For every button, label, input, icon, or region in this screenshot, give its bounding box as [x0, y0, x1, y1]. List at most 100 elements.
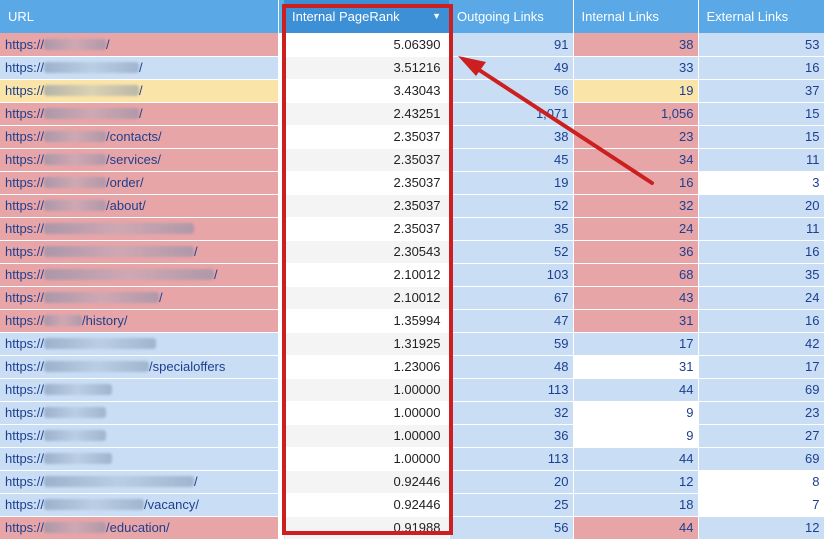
external-links-cell[interactable]: 53 — [698, 33, 824, 57]
sort-descending-icon[interactable]: ▼ — [432, 11, 441, 21]
pagerank-cell[interactable]: 2.35037 — [283, 171, 450, 195]
internal-links-cell[interactable]: 9 — [573, 401, 699, 425]
internal-links-cell[interactable]: 23 — [573, 125, 699, 149]
outgoing-links-cell[interactable]: 38 — [449, 125, 574, 149]
external-links-cell[interactable]: 20 — [698, 194, 824, 218]
external-links-cell[interactable]: 35 — [698, 263, 824, 287]
table-row[interactable]: https:// 1.00000 36 9 27 — [0, 424, 824, 448]
table-row[interactable]: https:// / 5.06390 91 38 53 — [0, 33, 824, 57]
pagerank-cell[interactable]: 0.92446 — [283, 493, 450, 517]
pagerank-cell[interactable]: 1.35994 — [283, 309, 450, 333]
pagerank-cell[interactable]: 2.35037 — [283, 217, 450, 241]
internal-links-cell[interactable]: 36 — [573, 240, 699, 264]
internal-links-cell[interactable]: 43 — [573, 286, 699, 310]
pagerank-cell[interactable]: 2.35037 — [283, 148, 450, 172]
url-cell[interactable]: https:// — [0, 401, 279, 425]
external-links-cell[interactable]: 17 — [698, 355, 824, 379]
table-row[interactable]: https:// /education/0.91988 56 44 12 — [0, 516, 824, 540]
external-links-cell[interactable]: 37 — [698, 79, 824, 103]
external-links-cell[interactable]: 24 — [698, 286, 824, 310]
external-links-cell[interactable]: 23 — [698, 401, 824, 425]
col-header-pagerank[interactable]: Internal PageRank ▼ — [284, 0, 449, 33]
external-links-cell[interactable]: 16 — [698, 309, 824, 333]
pagerank-cell[interactable]: 2.35037 — [283, 194, 450, 218]
table-row[interactable]: https:// /specialoffers 1.23006 48 31 17 — [0, 355, 824, 379]
url-cell[interactable]: https:// — [0, 424, 279, 448]
table-row[interactable]: https:// 2.35037 35 24 11 — [0, 217, 824, 241]
external-links-cell[interactable]: 69 — [698, 378, 824, 402]
url-cell[interactable]: https:// / — [0, 56, 279, 80]
table-row[interactable]: https:// /order/2.35037 19 16 3 — [0, 171, 824, 195]
table-row[interactable]: https:// / 0.92446 20 12 8 — [0, 470, 824, 494]
table-row[interactable]: https:// / 2.10012 103 68 35 — [0, 263, 824, 287]
url-cell[interactable]: https:// /specialoffers — [0, 355, 279, 379]
outgoing-links-cell[interactable]: 52 — [449, 240, 574, 264]
internal-links-cell[interactable]: 1,056 — [573, 102, 699, 126]
pagerank-cell[interactable]: 0.92446 — [283, 470, 450, 494]
url-cell[interactable]: https:// — [0, 447, 279, 471]
outgoing-links-cell[interactable]: 45 — [449, 148, 574, 172]
external-links-cell[interactable]: 16 — [698, 56, 824, 80]
pagerank-cell[interactable]: 1.23006 — [283, 355, 450, 379]
outgoing-links-cell[interactable]: 20 — [449, 470, 574, 494]
outgoing-links-cell[interactable]: 19 — [449, 171, 574, 195]
outgoing-links-cell[interactable]: 52 — [449, 194, 574, 218]
pagerank-cell[interactable]: 0.91988 — [283, 516, 450, 540]
external-links-cell[interactable]: 42 — [698, 332, 824, 356]
external-links-cell[interactable]: 12 — [698, 516, 824, 540]
table-row[interactable]: https:// /about/2.35037 52 32 20 — [0, 194, 824, 218]
table-row[interactable]: https:// 1.00000 113 44 69 — [0, 378, 824, 402]
pagerank-cell[interactable]: 1.31925 — [283, 332, 450, 356]
internal-links-cell[interactable]: 18 — [573, 493, 699, 517]
internal-links-cell[interactable]: 32 — [573, 194, 699, 218]
url-cell[interactable]: https:// /vacancy/ — [0, 493, 279, 517]
external-links-cell[interactable]: 3 — [698, 171, 824, 195]
url-cell[interactable]: https:// — [0, 217, 279, 241]
table-row[interactable]: https:// /vacancy/0.92446 25 18 7 — [0, 493, 824, 517]
external-links-cell[interactable]: 69 — [698, 447, 824, 471]
outgoing-links-cell[interactable]: 25 — [449, 493, 574, 517]
outgoing-links-cell[interactable]: 35 — [449, 217, 574, 241]
external-links-cell[interactable]: 15 — [698, 125, 824, 149]
external-links-cell[interactable]: 11 — [698, 217, 824, 241]
url-cell[interactable]: https:// /services/ — [0, 148, 279, 172]
url-cell[interactable]: https:// /contacts/ — [0, 125, 279, 149]
internal-links-cell[interactable]: 44 — [573, 378, 699, 402]
table-row[interactable]: https:// / 2.10012 67 43 24 — [0, 286, 824, 310]
outgoing-links-cell[interactable]: 113 — [449, 378, 574, 402]
internal-links-cell[interactable]: 9 — [573, 424, 699, 448]
internal-links-cell[interactable]: 38 — [573, 33, 699, 57]
pagerank-cell[interactable]: 3.43043 — [283, 79, 450, 103]
internal-links-cell[interactable]: 31 — [573, 355, 699, 379]
col-header-outgoing-links[interactable]: Outgoing Links — [449, 0, 574, 33]
internal-links-cell[interactable]: 44 — [573, 447, 699, 471]
external-links-cell[interactable]: 16 — [698, 240, 824, 264]
external-links-cell[interactable]: 27 — [698, 424, 824, 448]
pagerank-cell[interactable]: 2.10012 — [283, 263, 450, 287]
external-links-cell[interactable]: 11 — [698, 148, 824, 172]
table-row[interactable]: https:// /services/2.35037 45 34 11 — [0, 148, 824, 172]
outgoing-links-cell[interactable]: 56 — [449, 79, 574, 103]
pagerank-cell[interactable]: 2.30543 — [283, 240, 450, 264]
pagerank-cell[interactable]: 2.10012 — [283, 286, 450, 310]
internal-links-cell[interactable]: 17 — [573, 332, 699, 356]
outgoing-links-cell[interactable]: 32 — [449, 401, 574, 425]
url-cell[interactable]: https:// — [0, 332, 279, 356]
table-row[interactable]: https:// 1.00000 32 9 23 — [0, 401, 824, 425]
outgoing-links-cell[interactable]: 49 — [449, 56, 574, 80]
table-row[interactable]: https:// / 3.51216 49 33 16 — [0, 56, 824, 80]
internal-links-cell[interactable]: 68 — [573, 263, 699, 287]
url-cell[interactable]: https:// / — [0, 79, 279, 103]
internal-links-cell[interactable]: 19 — [573, 79, 699, 103]
url-cell[interactable]: https:// / — [0, 102, 279, 126]
external-links-cell[interactable]: 7 — [698, 493, 824, 517]
external-links-cell[interactable]: 15 — [698, 102, 824, 126]
pagerank-cell[interactable]: 1.00000 — [283, 378, 450, 402]
pagerank-cell[interactable]: 1.00000 — [283, 424, 450, 448]
pagerank-cell[interactable]: 2.43251 — [283, 102, 450, 126]
url-cell[interactable]: https:// / — [0, 470, 279, 494]
outgoing-links-cell[interactable]: 56 — [449, 516, 574, 540]
outgoing-links-cell[interactable]: 1,071 — [449, 102, 574, 126]
external-links-cell[interactable]: 8 — [698, 470, 824, 494]
col-header-url[interactable]: URL — [0, 0, 279, 33]
